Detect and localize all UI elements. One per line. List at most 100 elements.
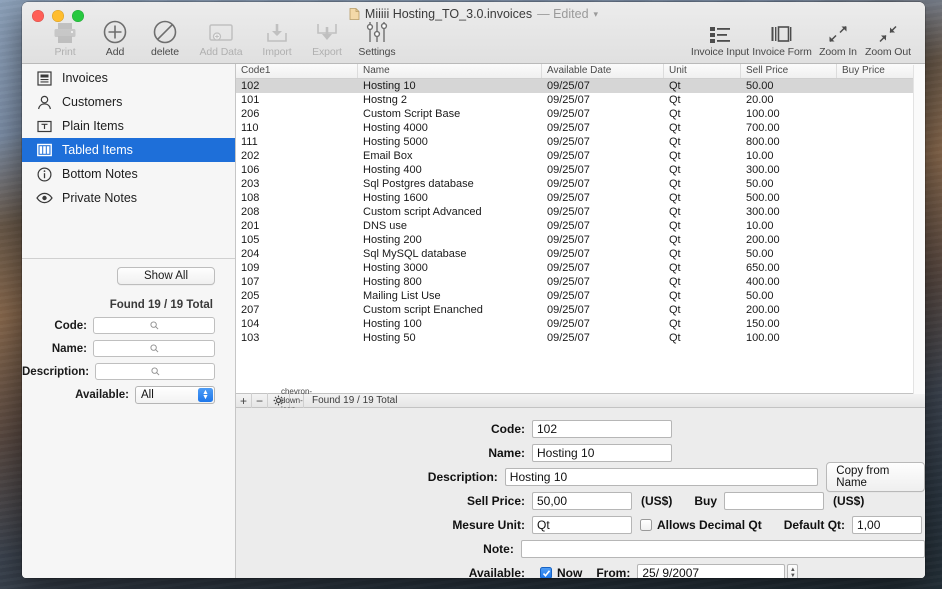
zoom-in-button[interactable]: Zoom In [813, 18, 863, 58]
table-row[interactable]: 109 Hosting 3000 09/25/07 Qt 650.00 [236, 261, 925, 275]
table-row[interactable]: 107 Hosting 800 09/25/07 Qt 400.00 [236, 275, 925, 289]
table-cell-name: Hostng 2 [363, 94, 408, 106]
column-header-unit[interactable]: Unit [664, 64, 741, 78]
table-row[interactable]: 111 Hosting 5000 09/25/07 Qt 800.00 [236, 135, 925, 149]
table-row[interactable]: 206 Custom Script Base 09/25/07 Qt 100.00 [236, 107, 925, 121]
table-vertical-scrollbar[interactable] [913, 65, 925, 394]
available-now-checkbox[interactable] [540, 567, 552, 578]
table-row[interactable]: 102 Hosting 10 09/25/07 Qt 50.00 [236, 79, 925, 93]
sidebar-item-customers[interactable]: Customers [22, 90, 235, 114]
invoice-input-button[interactable]: Invoice Input [689, 18, 751, 58]
default-qt-field[interactable]: 1,00 [852, 516, 923, 534]
table-cell-code: 204 [241, 248, 260, 260]
table-cell-buy [837, 93, 925, 107]
sidebar-item-bottom-notes[interactable]: Bottom Notes [22, 162, 235, 186]
date-stepper[interactable]: ▲ ▼ [787, 564, 799, 578]
table-row[interactable]: 101 Hostng 2 09/25/07 Qt 20.00 [236, 93, 925, 107]
allows-decimal-checkbox[interactable] [640, 519, 652, 531]
table-row[interactable]: 208 Custom script Advanced 09/25/07 Qt 300.0… [236, 205, 925, 219]
sell-price-field[interactable]: 50,00 [532, 492, 632, 510]
table-cell-sell: 800.00 [746, 136, 780, 148]
table-row[interactable]: 204 Sql MySQL database 09/25/07 Qt 50.00 [236, 247, 925, 261]
table-body: 102 Hosting 10 09/25/07 Qt 50.00 101 Hostng 2 0… [236, 79, 925, 393]
zoom-out-button[interactable]: Zoom Out [863, 18, 913, 58]
table-cell-buy [837, 317, 925, 331]
search-input-description[interactable] [95, 363, 215, 380]
detail-row-code: Code: 102 [236, 417, 925, 441]
settings-button[interactable]: Settings [352, 18, 402, 58]
default-qt-label: Default Qt: [783, 518, 846, 532]
table-cell-sell: 200.00 [746, 234, 780, 246]
add-record-button[interactable]: + [236, 393, 252, 408]
no-entry-icon [153, 18, 177, 44]
print-button[interactable]: Print [40, 18, 90, 58]
table-row[interactable]: 203 Sql Postgres database 09/25/07 Qt 50.00 [236, 177, 925, 191]
table-cell-sell: 10.00 [746, 150, 774, 162]
mesure-unit-field[interactable]: Qt [532, 516, 632, 534]
show-all-button[interactable]: Show All [117, 267, 215, 285]
table-cell-buy [837, 247, 925, 261]
table-cell-date: 09/25/07 [547, 304, 590, 316]
available-select[interactable]: All ▲ ▼ [135, 386, 215, 404]
record-toolbar: + − chevron-down-icon Found 19 / 19 Tota… [236, 387, 925, 414]
table-cell-sell: 650.00 [746, 262, 780, 274]
detail-form: Code: 102 Name: Hosting 10 Description: … [236, 408, 925, 578]
table-cell-buy [837, 219, 925, 233]
table-row[interactable]: 202 Email Box 09/25/07 Qt 10.00 [236, 149, 925, 163]
table-row[interactable]: 103 Hosting 50 09/25/07 Qt 100.00 [236, 331, 925, 345]
table-cell-date: 09/25/07 [547, 150, 590, 162]
table-row[interactable]: 201 DNS use 09/25/07 Qt 10.00 [236, 219, 925, 233]
import-button[interactable]: Import [252, 18, 302, 58]
export-button[interactable]: Export [302, 18, 352, 58]
table-row[interactable]: 205 Mailing List Use 09/25/07 Qt 50.00 [236, 289, 925, 303]
chevron-down-icon[interactable]: chevron-down-icon [281, 387, 312, 414]
table-cell-unit: Qt [669, 290, 681, 302]
filter-row-code: Code: [22, 317, 225, 334]
column-header-buy-price[interactable]: Buy Price [837, 64, 925, 78]
zoom-in-label: Zoom In [819, 46, 857, 58]
filter-row-description: Description: [22, 363, 225, 380]
search-input-name[interactable] [93, 340, 215, 357]
table-cell-unit: Qt [669, 136, 681, 148]
note-field[interactable] [520, 540, 925, 558]
sidebar-item-invoices[interactable]: Invoices [22, 66, 235, 90]
table-cell-buy [837, 331, 925, 345]
column-header-sell-price[interactable]: Sell Price [741, 64, 837, 78]
add-button[interactable]: Add [90, 18, 140, 58]
table-cell-date: 09/25/07 [547, 178, 590, 190]
invoice-form-button[interactable]: Invoice Form [751, 18, 813, 58]
table-row[interactable]: 105 Hosting 200 09/25/07 Qt 200.00 [236, 233, 925, 247]
table-row[interactable]: 104 Hosting 100 09/25/07 Qt 150.00 [236, 317, 925, 331]
sidebar-item-plain-items[interactable]: Plain Items [22, 114, 235, 138]
sidebar-item-tabled-items[interactable]: Tabled Items [22, 138, 235, 162]
delete-button[interactable]: delete [140, 18, 190, 58]
person-icon [34, 94, 54, 111]
table-header-row: Code1 Name Available Date Unit Sell Pric… [236, 64, 925, 79]
chevron-down-icon[interactable]: ▾ [594, 9, 599, 20]
description-field[interactable]: Hosting 10 [504, 468, 819, 486]
table-cell-buy [837, 135, 925, 149]
table-cell-name: Custom script Advanced [363, 206, 482, 218]
table-row[interactable]: 108 Hosting 1600 09/25/07 Qt 500.00 [236, 191, 925, 205]
column-header-code1[interactable]: Code1 [236, 64, 358, 78]
column-header-available-date[interactable]: Available Date [542, 64, 664, 78]
table-cell-date: 09/25/07 [547, 332, 590, 344]
name-field[interactable]: Hosting 10 [532, 444, 672, 462]
table-row[interactable]: 106 Hosting 400 09/25/07 Qt 300.00 [236, 163, 925, 177]
table-cell-date: 09/25/07 [547, 80, 590, 92]
code-field[interactable]: 102 [532, 420, 672, 438]
copy-from-name-button[interactable]: Copy from Name [826, 462, 925, 492]
remove-record-button[interactable]: − [252, 393, 268, 408]
table-row[interactable]: 207 Custom script Enanched 09/25/07 Qt 200.0… [236, 303, 925, 317]
table-row[interactable]: 110 Hosting 4000 09/25/07 Qt 700.00 [236, 121, 925, 135]
buy-price-field[interactable] [724, 492, 825, 510]
table-cell-code: 105 [241, 234, 260, 246]
sidebar-item-private-notes[interactable]: Private Notes [22, 186, 235, 210]
search-input-code[interactable] [93, 317, 215, 334]
table-cell-sell: 50.00 [746, 248, 774, 260]
add-data-button[interactable]: Add Data [190, 18, 252, 58]
column-header-name[interactable]: Name [358, 64, 542, 78]
available-from-field[interactable]: 25/ 9/2007 [637, 564, 786, 578]
sidebar-item-label: Invoices [62, 71, 108, 85]
table-cell-date: 09/25/07 [547, 192, 590, 204]
